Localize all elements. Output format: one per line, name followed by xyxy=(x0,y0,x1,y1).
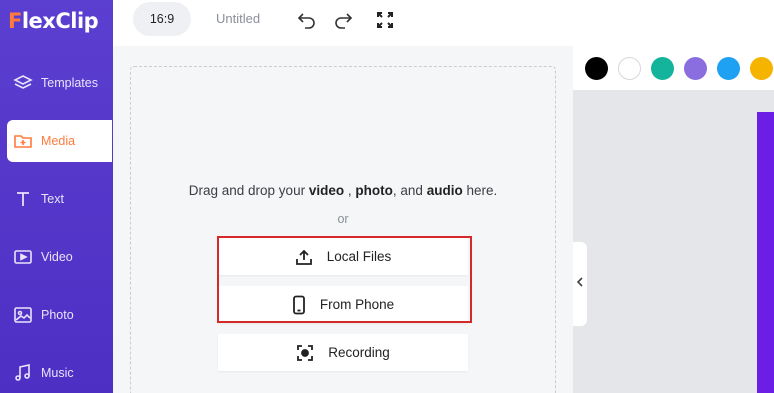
sidebar-item-label: Music xyxy=(41,366,74,380)
sidebar-item-templates[interactable]: Templates xyxy=(0,62,113,104)
from-phone-label: From Phone xyxy=(319,297,395,312)
sidebar-item-text[interactable]: Text xyxy=(0,178,113,220)
canvas-area xyxy=(573,46,774,393)
image-icon xyxy=(12,304,34,326)
color-swatch-white[interactable] xyxy=(618,57,641,80)
sidebar-item-media[interactable]: Media xyxy=(7,120,112,162)
layers-icon xyxy=(12,72,34,94)
sidebar-item-music[interactable]: Music xyxy=(0,352,113,393)
phone-icon xyxy=(292,295,306,315)
chevron-left-icon xyxy=(576,275,584,293)
sidebar-item-label: Video xyxy=(41,250,73,264)
color-swatch-black[interactable] xyxy=(585,57,608,80)
color-swatch-yellow[interactable] xyxy=(750,57,773,80)
drag-photo-word: photo xyxy=(355,183,393,198)
collapse-panel-button[interactable] xyxy=(573,242,587,326)
drag-sep-2: , and xyxy=(392,183,423,198)
drag-audio-word: audio xyxy=(426,183,463,198)
sidebar-item-label: Text xyxy=(41,192,64,206)
top-bar: 16:9 Untitled xyxy=(113,0,774,46)
color-swatch-purple[interactable] xyxy=(684,57,707,80)
folder-plus-icon xyxy=(12,130,34,152)
logo-mark: F xyxy=(8,9,22,33)
project-title[interactable]: Untitled xyxy=(216,11,260,26)
recording-label: Recording xyxy=(328,345,390,360)
sidebar-item-label: Templates xyxy=(41,76,98,90)
record-icon xyxy=(296,344,314,362)
sidebar-item-label: Photo xyxy=(41,308,74,322)
sidebar: FlexClip Templates Media Text Video Phot… xyxy=(0,0,113,393)
aspect-ratio-button[interactable]: 16:9 xyxy=(133,2,191,36)
recording-button[interactable]: Recording xyxy=(218,334,468,371)
sidebar-item-label: Media xyxy=(41,134,76,148)
upload-icon xyxy=(295,248,313,266)
drag-suffix: here. xyxy=(466,183,498,198)
color-palette xyxy=(573,46,774,90)
logo-text: lexClip xyxy=(21,9,99,33)
drag-sep-1: , xyxy=(347,183,352,198)
video-canvas-preview[interactable] xyxy=(757,112,774,393)
sidebar-item-video[interactable]: Video xyxy=(0,236,113,278)
sidebar-item-photo[interactable]: Photo xyxy=(0,294,113,336)
from-phone-button[interactable]: From Phone xyxy=(218,286,468,323)
color-swatch-blue[interactable] xyxy=(717,57,740,80)
drag-drop-instructions: Drag and drop your video , photo, and au… xyxy=(113,183,573,198)
drag-video-word: video xyxy=(308,183,345,198)
music-note-icon xyxy=(12,362,34,384)
redo-icon[interactable] xyxy=(333,10,353,30)
text-t-icon xyxy=(12,188,34,210)
or-separator: or xyxy=(337,212,349,226)
fullscreen-icon[interactable] xyxy=(375,10,395,30)
drag-prefix: Drag and drop your xyxy=(188,183,306,198)
color-swatch-teal[interactable] xyxy=(651,57,674,80)
local-files-button[interactable]: Local Files xyxy=(218,238,468,275)
media-panel: Drag and drop your video , photo, and au… xyxy=(113,46,573,393)
flexclip-logo[interactable]: FlexClip xyxy=(8,6,99,36)
local-files-label: Local Files xyxy=(326,249,392,264)
video-play-icon xyxy=(12,246,34,268)
undo-icon[interactable] xyxy=(297,10,317,30)
